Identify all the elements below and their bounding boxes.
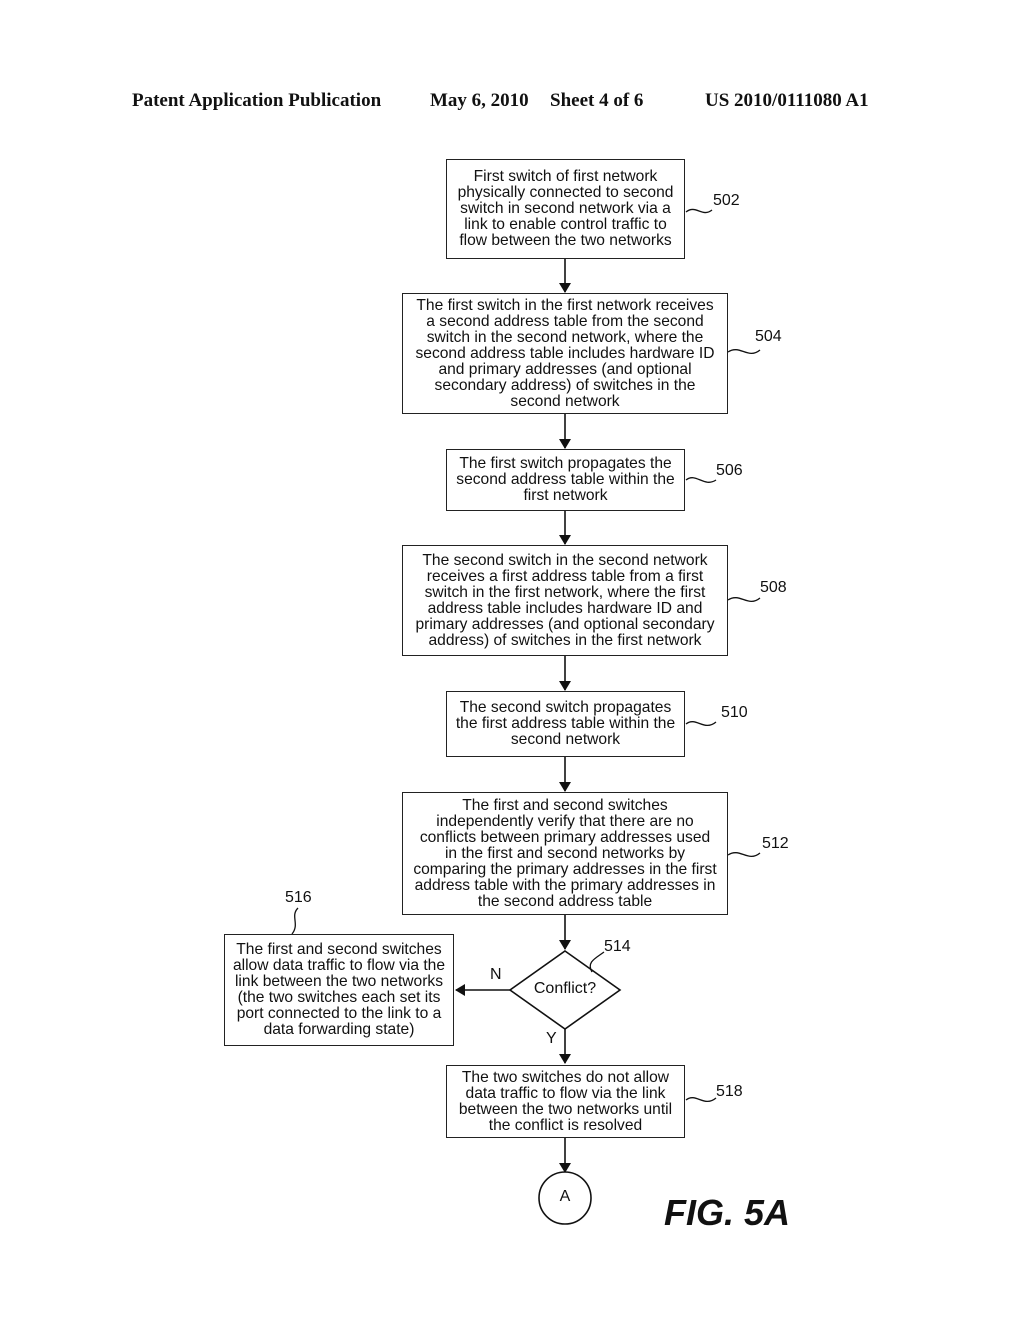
step-516-text: The first and second switches allow data… — [232, 941, 446, 1038]
step-512-text: The first and second switches independen… — [413, 796, 717, 910]
decision-text: Conflict? — [533, 980, 597, 997]
ref-leader-506 — [685, 477, 717, 483]
step-510-box: The second switch propagates the first a… — [446, 691, 685, 757]
ref-leader-514 — [589, 951, 605, 973]
step-502-ref: 502 — [713, 192, 740, 209]
step-508-ref: 508 — [760, 579, 787, 596]
step-510-ref: 510 — [721, 704, 748, 721]
step-516-box: The first and second switches allow data… — [224, 934, 454, 1046]
step-508-box: The second switch in the second network … — [402, 545, 728, 656]
ref-leader-512 — [727, 852, 761, 858]
step-510-text: The second switch propagates the first a… — [455, 699, 676, 748]
step-518-box: The two switches do not allow data traff… — [446, 1065, 685, 1138]
step-516-ref: 516 — [285, 889, 312, 906]
ref-leader-510 — [685, 721, 717, 727]
step-518-ref: 518 — [716, 1083, 743, 1100]
step-504-box: The first switch in the first network re… — [402, 293, 728, 414]
ref-leader-504 — [727, 349, 761, 355]
step-512-ref: 512 — [762, 835, 789, 852]
step-504-ref: 504 — [755, 328, 782, 345]
step-504-text: The first switch in the first network re… — [415, 296, 715, 410]
figure-label: FIG. 5A — [664, 1192, 791, 1233]
step-506-text: The first switch propagates the second a… — [456, 455, 675, 504]
decision-yes-label: Y — [546, 1030, 557, 1047]
step-506-ref: 506 — [716, 462, 743, 479]
connector-label: A — [559, 1188, 571, 1205]
decision-ref: 514 — [604, 938, 631, 955]
step-518-text: The two switches do not allow data traff… — [458, 1068, 673, 1134]
step-502-text: First switch of first network physically… — [457, 168, 674, 249]
step-512-box: The first and second switches independen… — [402, 792, 728, 915]
ref-leader-502 — [685, 208, 713, 214]
ref-leader-516 — [291, 907, 299, 935]
decision-no-label: N — [490, 966, 502, 983]
step-506-box: The first switch propagates the second a… — [446, 449, 685, 511]
step-502-box: First switch of first network physically… — [446, 159, 685, 259]
step-508-text: The second switch in the second network … — [415, 551, 715, 649]
ref-leader-518 — [685, 1097, 717, 1103]
ref-leader-508 — [727, 597, 761, 603]
